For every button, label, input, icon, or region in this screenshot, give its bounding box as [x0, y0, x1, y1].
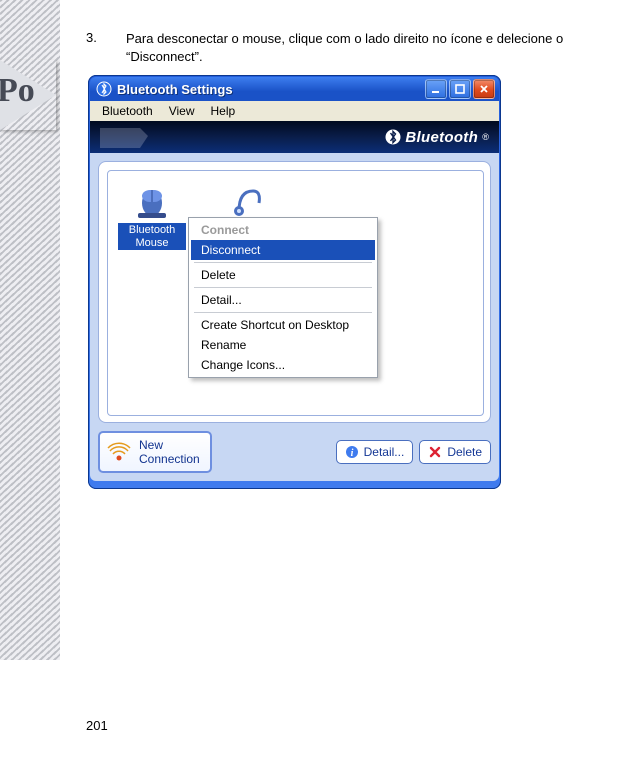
- brand-bar: Bluetooth®: [90, 121, 499, 153]
- delete-icon: [428, 445, 442, 459]
- window-title: Bluetooth Settings: [117, 82, 425, 97]
- window-buttons: [425, 79, 495, 99]
- laptop-icon: [96, 124, 156, 150]
- page-content: 3. Para desconectar o mouse, clique com …: [86, 30, 586, 489]
- instruction-step: 3. Para desconectar o mouse, clique com …: [86, 30, 586, 65]
- close-button[interactable]: [473, 79, 495, 99]
- ctx-disconnect[interactable]: Disconnect: [191, 240, 375, 260]
- devices-panel[interactable]: Bluetooth Mouse: [107, 170, 484, 416]
- maximize-button[interactable]: [449, 79, 471, 99]
- menu-bar: Bluetooth View Help: [90, 101, 499, 121]
- delete-button[interactable]: Delete: [419, 440, 491, 464]
- detail-button[interactable]: i Detail...: [336, 440, 414, 464]
- delete-label: Delete: [447, 445, 482, 459]
- binder-tab: Po: [0, 60, 60, 130]
- ctx-rename[interactable]: Rename: [191, 335, 375, 355]
- client-area: Bluetooth Mouse: [90, 153, 499, 481]
- ctx-change-icons[interactable]: Change Icons...: [191, 355, 375, 375]
- bluetooth-window: Bluetooth Settings Bluetooth View Help: [88, 75, 501, 489]
- ctx-separator: [194, 287, 372, 288]
- device-mouse[interactable]: Bluetooth Mouse: [118, 181, 186, 250]
- device-mouse-label: Bluetooth Mouse: [118, 223, 186, 250]
- ctx-create-shortcut[interactable]: Create Shortcut on Desktop: [191, 315, 375, 335]
- detail-label: Detail...: [364, 445, 405, 459]
- svg-text:i: i: [350, 448, 353, 459]
- info-icon: i: [345, 445, 359, 459]
- ctx-separator: [194, 312, 372, 313]
- radio-icon: [104, 437, 134, 467]
- menu-help[interactable]: Help: [203, 102, 244, 120]
- step-number: 3.: [86, 30, 126, 45]
- menu-bluetooth[interactable]: Bluetooth: [94, 102, 161, 120]
- mouse-icon: [132, 181, 172, 221]
- menu-view[interactable]: View: [161, 102, 203, 120]
- app-icon: [96, 81, 112, 97]
- binder-triangle: [0, 60, 56, 130]
- binder-text: Po: [0, 72, 35, 110]
- ctx-connect[interactable]: Connect: [191, 220, 375, 240]
- bluetooth-brand: Bluetooth®: [385, 129, 489, 146]
- bluetooth-icon: [385, 129, 401, 145]
- step-text: Para desconectar o mouse, clique com o l…: [126, 30, 586, 65]
- ctx-separator: [194, 262, 372, 263]
- titlebar[interactable]: Bluetooth Settings: [90, 77, 499, 101]
- binder-pages: [0, 0, 60, 660]
- ctx-delete[interactable]: Delete: [191, 265, 375, 285]
- new-connection-label: New Connection: [139, 438, 200, 466]
- binder-decoration: Po: [0, 0, 60, 660]
- new-connection-button[interactable]: New Connection: [98, 431, 212, 473]
- ctx-detail[interactable]: Detail...: [191, 290, 375, 310]
- brand-label: Bluetooth: [405, 129, 478, 146]
- page-number: 201: [86, 718, 108, 733]
- devices-outer: Bluetooth Mouse: [98, 161, 491, 423]
- context-menu: Connect Disconnect Delete Detail... Crea…: [188, 217, 378, 378]
- headset-icon: [227, 181, 267, 221]
- bottom-buttons: New Connection i Detail...: [98, 431, 491, 473]
- right-buttons: i Detail... Delete: [336, 440, 491, 464]
- minimize-button[interactable]: [425, 79, 447, 99]
